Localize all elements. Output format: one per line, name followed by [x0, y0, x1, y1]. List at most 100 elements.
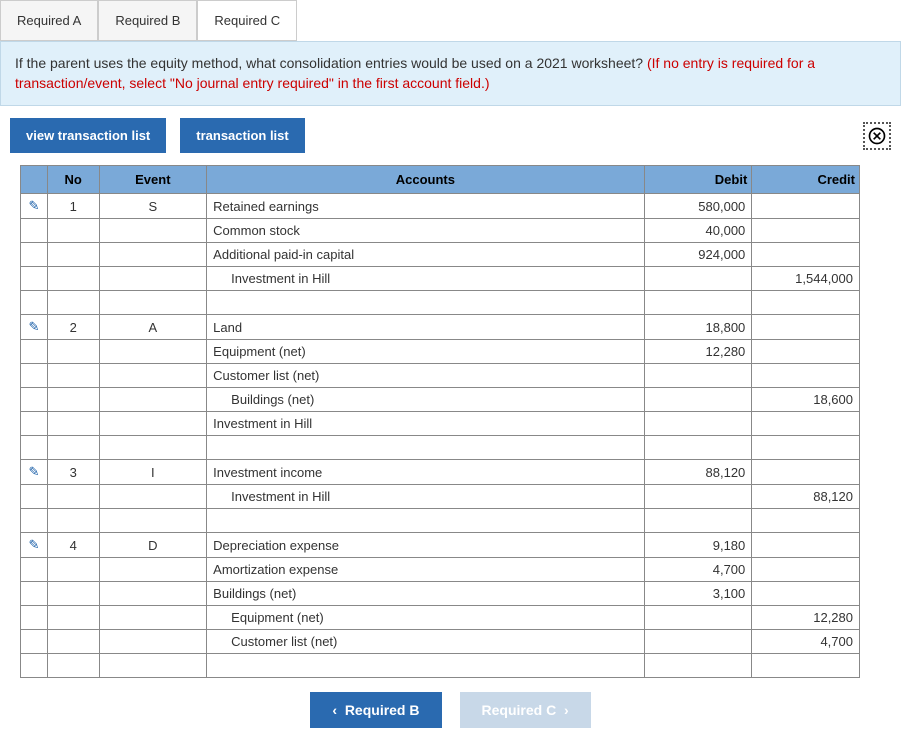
view-transaction-list-button[interactable]: view transaction list: [10, 118, 166, 153]
pencil-icon[interactable]: ✎: [29, 464, 40, 479]
debit-cell: 924,000: [644, 243, 752, 267]
pencil-icon[interactable]: ✎: [29, 198, 40, 213]
no-cell: [47, 243, 99, 267]
account-cell: Retained earnings: [207, 194, 644, 219]
edit-cell: [21, 436, 48, 460]
header-debit: Debit: [644, 166, 752, 194]
no-cell: [47, 509, 99, 533]
tab-required-b[interactable]: Required B: [98, 0, 197, 41]
no-cell: [47, 267, 99, 291]
edit-cell: [21, 243, 48, 267]
credit-cell: [752, 243, 860, 267]
table-row: Amortization expense4,700: [21, 558, 860, 582]
credit-cell: [752, 582, 860, 606]
account-cell: Amortization expense: [207, 558, 644, 582]
event-cell: I: [99, 460, 207, 485]
account-cell: Land: [207, 315, 644, 340]
account-cell: Buildings (net): [207, 582, 644, 606]
next-button[interactable]: Required C ›: [460, 692, 591, 728]
credit-cell: [752, 194, 860, 219]
edit-cell: [21, 630, 48, 654]
no-cell: [47, 485, 99, 509]
debit-cell: [644, 606, 752, 630]
no-cell: [47, 219, 99, 243]
no-cell: [47, 412, 99, 436]
edit-cell[interactable]: ✎: [21, 460, 48, 485]
pencil-icon[interactable]: ✎: [29, 537, 40, 552]
debit-cell: [644, 364, 752, 388]
table-row: Investment in Hill1,544,000: [21, 267, 860, 291]
debit-cell: 40,000: [644, 219, 752, 243]
account-cell: Investment in Hill: [207, 485, 644, 509]
no-cell: [47, 558, 99, 582]
edit-cell[interactable]: ✎: [21, 533, 48, 558]
account-cell: Customer list (net): [207, 364, 644, 388]
credit-cell: 4,700: [752, 630, 860, 654]
prev-button[interactable]: ‹ Required B: [310, 692, 441, 728]
table-row: Equipment (net)12,280: [21, 340, 860, 364]
event-cell: [99, 630, 207, 654]
credit-cell: [752, 460, 860, 485]
credit-cell: [752, 364, 860, 388]
debit-cell: [644, 412, 752, 436]
header-no: No: [47, 166, 99, 194]
transaction-list-button[interactable]: transaction list: [180, 118, 304, 153]
nav-row: ‹ Required B Required C ›: [0, 678, 901, 742]
event-cell: [99, 558, 207, 582]
table-row: Common stock40,000: [21, 219, 860, 243]
event-cell: [99, 485, 207, 509]
event-cell: [99, 412, 207, 436]
edit-cell: [21, 364, 48, 388]
credit-cell: [752, 436, 860, 460]
edit-cell[interactable]: ✎: [21, 194, 48, 219]
account-cell: Investment in Hill: [207, 267, 644, 291]
edit-cell: [21, 509, 48, 533]
edit-cell: [21, 340, 48, 364]
event-cell: [99, 509, 207, 533]
table-row: ✎1SRetained earnings580,000: [21, 194, 860, 219]
no-cell: 2: [47, 315, 99, 340]
credit-cell: [752, 340, 860, 364]
credit-cell: 88,120: [752, 485, 860, 509]
credit-cell: [752, 509, 860, 533]
pencil-icon[interactable]: ✎: [29, 319, 40, 334]
edit-cell: [21, 606, 48, 630]
edit-cell[interactable]: ✎: [21, 315, 48, 340]
no-cell: 3: [47, 460, 99, 485]
event-cell: [99, 436, 207, 460]
event-cell: S: [99, 194, 207, 219]
instruction-box: If the parent uses the equity method, wh…: [0, 41, 901, 106]
no-cell: [47, 630, 99, 654]
account-cell: Depreciation expense: [207, 533, 644, 558]
event-cell: [99, 291, 207, 315]
chevron-left-icon: ‹: [332, 702, 337, 718]
event-cell: D: [99, 533, 207, 558]
edit-cell: [21, 219, 48, 243]
edit-cell: [21, 267, 48, 291]
debit-cell: 4,700: [644, 558, 752, 582]
event-cell: [99, 219, 207, 243]
tab-required-c[interactable]: Required C: [197, 0, 297, 41]
tab-required-a[interactable]: Required A: [0, 0, 98, 41]
edit-cell: [21, 654, 48, 678]
debit-cell: [644, 436, 752, 460]
account-cell: Equipment (net): [207, 606, 644, 630]
close-button[interactable]: [863, 122, 891, 150]
event-cell: [99, 267, 207, 291]
debit-cell: 3,100: [644, 582, 752, 606]
table-row: Customer list (net): [21, 364, 860, 388]
account-cell: Common stock: [207, 219, 644, 243]
no-cell: [47, 340, 99, 364]
credit-cell: [752, 412, 860, 436]
table-row: ✎3IInvestment income88,120: [21, 460, 860, 485]
table-row: Buildings (net)3,100: [21, 582, 860, 606]
event-cell: A: [99, 315, 207, 340]
debit-cell: 12,280: [644, 340, 752, 364]
prev-label: Required B: [345, 702, 420, 718]
debit-cell: [644, 654, 752, 678]
account-cell: Investment income: [207, 460, 644, 485]
header-accounts: Accounts: [207, 166, 644, 194]
tab-bar: Required A Required B Required C: [0, 0, 901, 41]
edit-cell: [21, 412, 48, 436]
table-row: [21, 291, 860, 315]
